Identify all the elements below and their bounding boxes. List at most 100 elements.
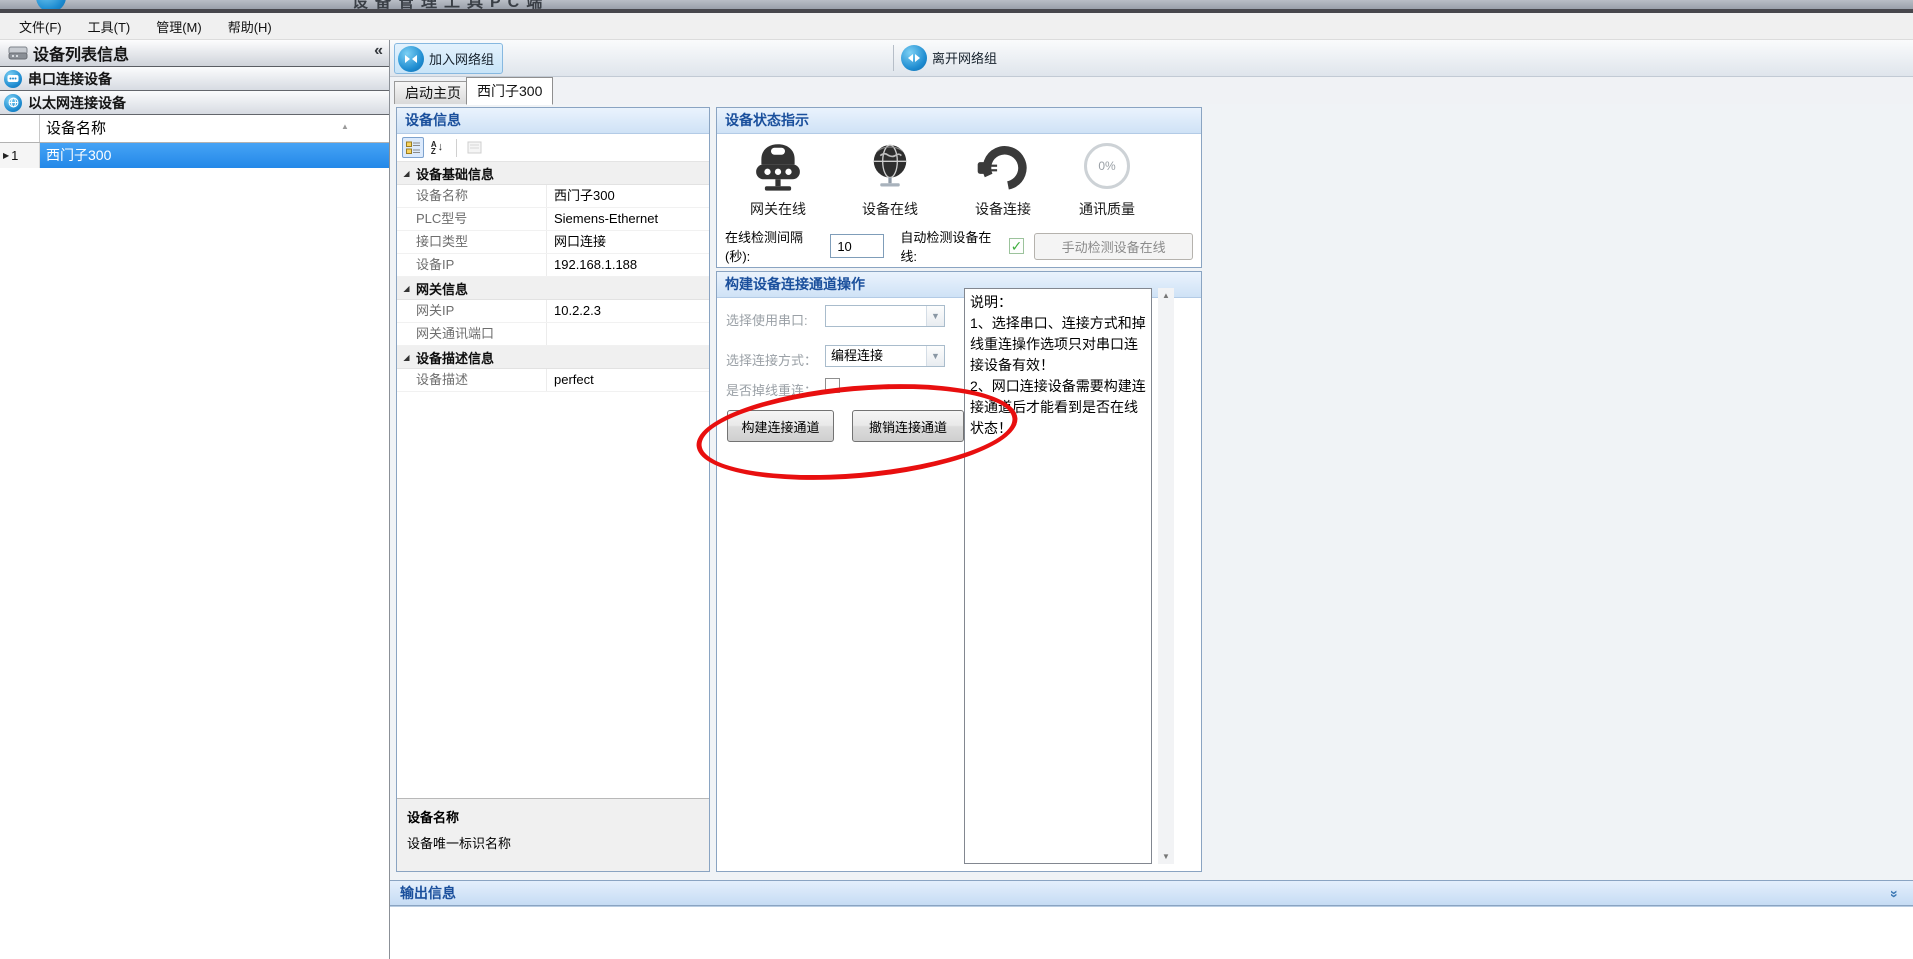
tab-siemens300[interactable]: 西门子300 xyxy=(466,77,553,105)
reconnect-checkbox[interactable] xyxy=(825,378,840,393)
globe-icon xyxy=(864,139,916,195)
instructions-note: 说明： 1、选择串口、连接方式和掉线重连操作选项只对串口连接设备有效！ 2、网口… xyxy=(964,288,1152,864)
category-label: 设备描述信息 xyxy=(416,348,494,367)
auto-detect-checkbox[interactable]: ✓ xyxy=(1009,238,1024,254)
property-label: 网关IP xyxy=(397,300,547,322)
tab-home[interactable]: 启动主页 xyxy=(394,81,472,105)
indicator-device-online: 设备在线 xyxy=(844,137,936,219)
channel-operations-panel: 构建设备连接通道操作 选择使用串口: ▼ 选择连接方式： 编程连接 ▼ 是否掉线… xyxy=(716,271,1202,872)
leave-network-label: 离开网络组 xyxy=(932,48,997,67)
device-list-sidebar: 设备列表信息 « 串口连接设备 以太网连接设备 设备名称 ▲ ▶ 1 西门子30… xyxy=(0,40,390,959)
row-pointer-icon: ▶ xyxy=(3,151,9,160)
property-label: 设备IP xyxy=(397,254,547,276)
scroll-up-icon[interactable]: ▲ xyxy=(1158,288,1174,303)
indicator-label: 网关在线 xyxy=(732,199,824,219)
menu-manage[interactable]: 管理(M) xyxy=(143,14,215,39)
sidebar-item-serial-devices[interactable]: 串口连接设备 xyxy=(0,67,389,91)
property-value: 西门子300 xyxy=(547,185,709,207)
indicator-label: 通讯质量 xyxy=(1061,199,1153,219)
indicator-label: 设备在线 xyxy=(844,199,936,219)
property-value: perfect xyxy=(547,369,709,391)
property-category[interactable]: ◢ 设备基础信息 xyxy=(397,162,709,185)
property-value: 网口连接 xyxy=(547,231,709,253)
status-controls-row: 在线检测间隔(秒): 自动检测设备在线: ✓ 手动检测设备在线 xyxy=(725,232,1193,260)
property-label: 网关通讯端口 xyxy=(397,323,547,345)
property-value: 10.2.2.3 xyxy=(547,300,709,322)
connect-mode-combobox[interactable]: 编程连接 ▼ xyxy=(825,345,945,367)
auto-detect-label: 自动检测设备在线: xyxy=(900,227,1003,265)
device-list-icon xyxy=(8,45,28,61)
property-row[interactable]: 网关通讯端口 xyxy=(397,323,709,346)
property-label: 设备名称 xyxy=(397,185,547,207)
device-info-panel-header: 设备信息 xyxy=(397,108,709,134)
device-status-panel-header: 设备状态指示 xyxy=(717,108,1201,134)
menu-tools[interactable]: 工具(T) xyxy=(75,14,144,39)
reconnect-label: 是否掉线重连： xyxy=(726,380,817,399)
device-row-selected[interactable]: ▶ 1 西门子300 xyxy=(0,143,389,168)
menu-file[interactable]: 文件(F) xyxy=(6,14,75,39)
revoke-channel-button[interactable]: 撤销连接通道 xyxy=(852,410,964,442)
property-category[interactable]: ◢ 网关信息 xyxy=(397,277,709,300)
interval-input[interactable] xyxy=(830,234,884,258)
ethernet-device-icon xyxy=(4,94,22,112)
property-value: Siemens-Ethernet xyxy=(547,208,709,230)
property-category[interactable]: ◢ 设备描述信息 xyxy=(397,346,709,369)
serial-port-value xyxy=(826,306,926,326)
leave-network-button[interactable]: 离开网络组 xyxy=(898,43,1005,72)
categorized-view-icon[interactable] xyxy=(402,137,424,158)
interval-label: 在线检测间隔(秒): xyxy=(725,227,824,265)
scroll-down-icon[interactable]: ▼ xyxy=(1158,849,1174,864)
indicator-gateway-online: 网关在线 xyxy=(732,137,824,219)
category-expanded-icon: ◢ xyxy=(397,169,416,178)
device-status-panel: 设备状态指示 网关在线 xyxy=(716,107,1202,268)
note-scrollbar[interactable]: ▲ ▼ xyxy=(1158,288,1174,864)
property-pages-icon[interactable] xyxy=(463,137,485,158)
property-row[interactable]: 网关IP 10.2.2.3 xyxy=(397,300,709,323)
property-description-box: 设备名称 设备唯一标识名称 xyxy=(397,798,709,871)
property-label: 设备描述 xyxy=(397,369,547,391)
quality-value: 0% xyxy=(1098,159,1115,173)
property-row[interactable]: 设备名称 西门子300 xyxy=(397,185,709,208)
app-icon xyxy=(36,0,66,9)
device-info-panel: 设备信息 AZ↓ ◢ 设备基础信息 设备名称 西门子300 PLC型号 Siem… xyxy=(396,107,710,872)
output-panel-header: 输出信息 » xyxy=(390,880,1913,906)
row-gutter: ▶ 1 xyxy=(0,143,40,168)
serial-port-label: 选择使用串口: xyxy=(726,310,808,329)
sidebar-item-ethernet-devices[interactable]: 以太网连接设备 xyxy=(0,91,389,115)
toolbar-separator xyxy=(456,139,457,157)
menu-help[interactable]: 帮助(H) xyxy=(215,14,285,39)
category-label: 设备基础信息 xyxy=(416,164,494,183)
join-network-label: 加入网络组 xyxy=(429,49,494,68)
alphabetical-sort-icon[interactable]: AZ↓ xyxy=(426,137,448,158)
serial-port-combobox[interactable]: ▼ xyxy=(825,305,945,327)
join-network-button[interactable]: 加入网络组 xyxy=(394,43,503,74)
column-header-device-name[interactable]: 设备名称 xyxy=(40,115,389,142)
window-title: 设备管理工具PC端 xyxy=(352,0,549,9)
property-label: PLC型号 xyxy=(397,208,547,230)
menu-bar: 文件(F) 工具(T) 管理(M) 帮助(H) xyxy=(0,13,1913,40)
chevron-down-icon: ▼ xyxy=(926,306,944,326)
property-description-title: 设备名称 xyxy=(407,807,699,826)
leave-network-icon xyxy=(901,45,927,71)
category-label: 网关信息 xyxy=(416,279,468,298)
property-value: 192.168.1.188 xyxy=(547,254,709,276)
tab-bar: 启动主页 西门子300 xyxy=(390,76,1913,105)
output-panel-title: 输出信息 xyxy=(400,885,456,901)
property-row[interactable]: 设备IP 192.168.1.188 xyxy=(397,254,709,277)
sidebar-title: 设备列表信息 xyxy=(33,41,129,65)
property-row[interactable]: 接口类型 网口连接 xyxy=(397,231,709,254)
sidebar-collapse-icon[interactable]: « xyxy=(374,42,383,60)
toolbar-separator xyxy=(893,45,894,71)
scroll-up-icon[interactable]: ▲ xyxy=(341,122,349,131)
device-name-cell[interactable]: 西门子300 xyxy=(40,143,389,168)
build-channel-button[interactable]: 构建连接通道 xyxy=(727,410,834,442)
property-row[interactable]: 设备描述 perfect xyxy=(397,369,709,392)
property-row[interactable]: PLC型号 Siemens-Ethernet xyxy=(397,208,709,231)
collapse-chevron-icon[interactable]: » xyxy=(1883,890,1907,898)
sidebar-item-label: 串口连接设备 xyxy=(28,69,112,89)
row-index: 1 xyxy=(11,148,18,163)
gateway-icon xyxy=(750,139,806,195)
serial-device-icon xyxy=(4,70,22,88)
manual-detect-button[interactable]: 手动检测设备在线 xyxy=(1034,233,1193,260)
app-window: 设备管理工具PC端 文件(F) 工具(T) 管理(M) 帮助(H) 设备列表信息… xyxy=(0,0,1913,959)
